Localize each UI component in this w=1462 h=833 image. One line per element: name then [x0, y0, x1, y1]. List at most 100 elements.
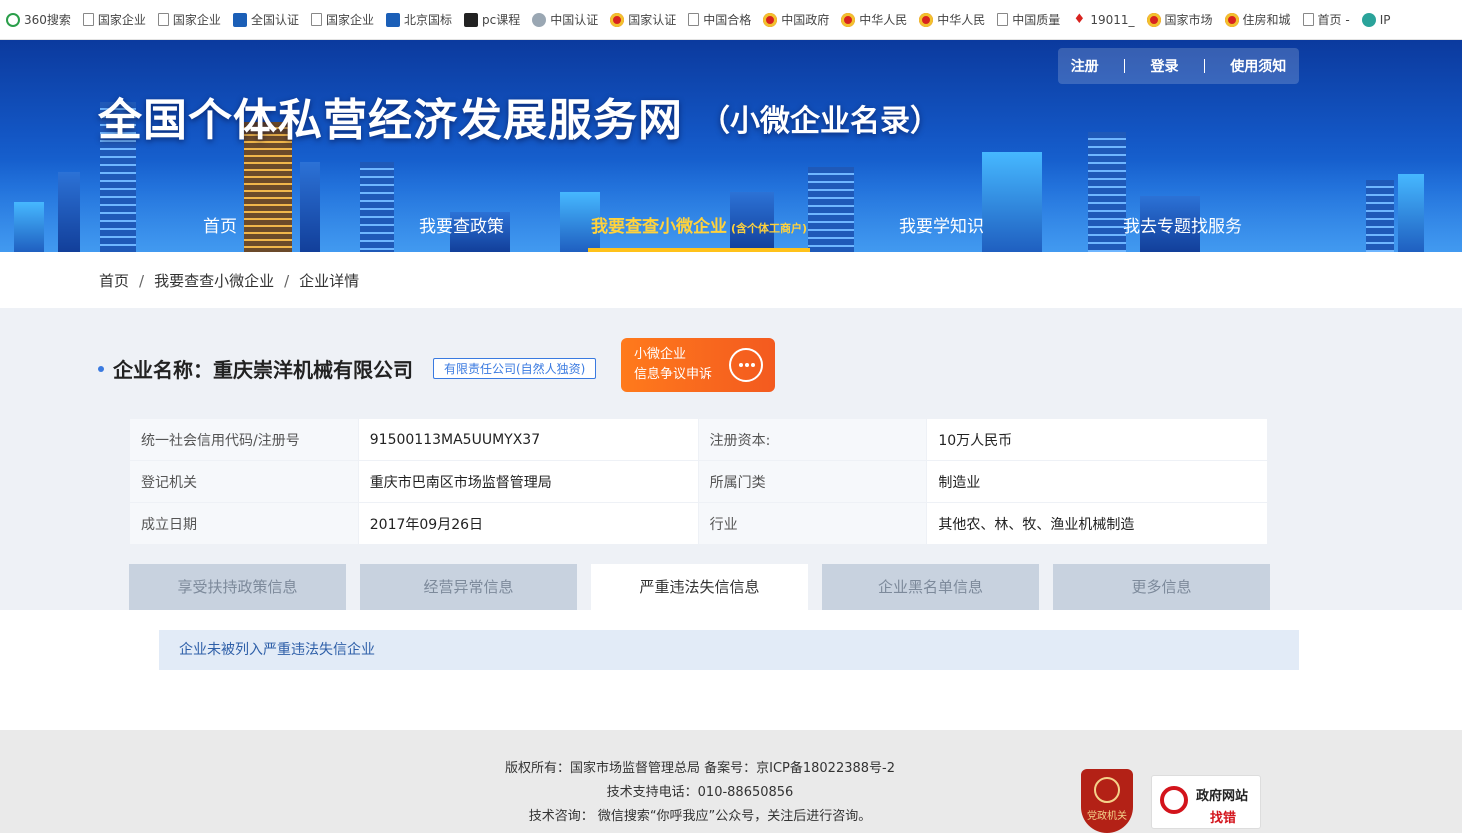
company-name-label: 企业名称： — [113, 358, 213, 382]
bookmark-item[interactable]: ♦ 19011_ — [1072, 8, 1134, 32]
info-key: 行业 — [697, 502, 928, 545]
emblem-icon — [841, 12, 856, 27]
table-row: 成立日期 2017年09月26日 行业 其他农、林、牧、渔业机械制造 — [129, 502, 1268, 545]
tab-blacklist[interactable]: 企业黑名单信息 — [822, 564, 1039, 610]
nav-note: (含个体工商户) — [730, 222, 808, 235]
bookmark-item[interactable]: 360搜索 — [6, 8, 71, 32]
nav-label: 我要查查小微企业 — [590, 217, 727, 237]
bookmark-item[interactable]: 北京国标 — [385, 8, 452, 32]
site-subtitle: （小微企业名录） — [700, 104, 940, 139]
company-name: 重庆崇洋机械有限公司 — [213, 358, 413, 382]
bookmark-label: 国家企业 — [172, 13, 221, 27]
bookmark-item[interactable]: 中国政府 — [763, 8, 829, 32]
emblem-icon — [1146, 12, 1161, 27]
bookmark-item[interactable]: 中国质量 — [997, 8, 1060, 32]
tab-serious-violation[interactable]: 严重违法失信信息 — [591, 564, 808, 610]
nav-topics[interactable]: 我去专题找服务 — [1123, 208, 1242, 252]
divider — [1203, 59, 1205, 73]
bookmark-item[interactable]: 国家认证 — [610, 8, 676, 32]
info-value: 其他农、林、牧、渔业机械制造 — [926, 502, 1268, 545]
bookmark-label: 北京国标 — [403, 13, 452, 27]
breadcrumb-home[interactable]: 首页 — [99, 272, 129, 290]
bookmark-item[interactable]: 全国认证 — [232, 8, 299, 32]
bookmark-item[interactable]: 首页 - — [1302, 8, 1350, 32]
bullet-dot — [98, 365, 104, 372]
gov-site-error-report-badge[interactable]: 政府网站 找错 — [1151, 775, 1261, 829]
tab-more-info[interactable]: 更多信息 — [1053, 564, 1270, 610]
footer-copyright: 版权所有：国家市场监督管理总局 备案号：京ICP备18022388号-2 — [504, 761, 895, 776]
info-value: 10万人民币 — [926, 418, 1268, 461]
bookmark-item[interactable]: 中国合格 — [688, 8, 751, 32]
page-icon — [157, 13, 169, 26]
globe-icon — [532, 12, 547, 27]
table-row: 登记机关 重庆市巴南区市场监督管理局 所属门类 制造业 — [129, 460, 1268, 503]
bookmark-label: 中国认证 — [550, 13, 599, 27]
tab-support-policy[interactable]: 享受扶持政策信息 — [129, 564, 346, 610]
info-value: 制造业 — [926, 460, 1268, 503]
page-icon — [1302, 13, 1314, 26]
bookmark-item[interactable]: 住房和城 — [1224, 8, 1291, 32]
info-key: 所属门类 — [697, 460, 928, 503]
bookmark-item[interactable]: 国家市场 — [1146, 8, 1213, 32]
bookmark-item[interactable]: IP — [1361, 8, 1390, 32]
bookmark-label: 全国认证 — [250, 13, 299, 27]
bookmark-label: pc课程 — [481, 13, 521, 27]
breadcrumb-sep: / — [284, 272, 290, 290]
bookmark-item[interactable]: 中华人民 — [841, 8, 907, 32]
bookmark-item[interactable]: pc课程 — [463, 8, 521, 32]
site-icon: ♦ — [1073, 11, 1086, 27]
badge-title: 政府网站 — [1196, 789, 1249, 804]
info-value: 91500113MA5UUMYX37 — [357, 418, 699, 461]
bookmark-label: 国家企业 — [325, 13, 374, 27]
register-link[interactable]: 注册 — [1071, 56, 1099, 76]
tab-content-notice: 企业未被列入严重违法失信企业 — [159, 630, 1299, 670]
bookmark-label: 首页 - — [1317, 13, 1350, 27]
bookmark-item[interactable]: 国家企业 — [310, 8, 374, 32]
instructions-link[interactable]: 使用须知 — [1230, 56, 1286, 76]
info-key: 注册资本: — [697, 418, 928, 461]
info-key: 统一社会信用代码/注册号 — [129, 418, 359, 461]
bookmark-label: 中国质量 — [1012, 13, 1061, 27]
emblem-icon — [763, 12, 778, 27]
bookmark-item[interactable]: 中华人民 — [919, 8, 985, 32]
breadcrumb-section[interactable]: 我要查查小微企业 — [154, 272, 274, 290]
magnifier-icon — [1160, 786, 1188, 814]
company-type-tag: 有限责任公司(自然人独资) — [433, 358, 597, 379]
table-row: 统一社会信用代码/注册号 91500113MA5UUMYX37 注册资本: 10… — [129, 418, 1268, 461]
bookmark-item[interactable]: 中国认证 — [532, 8, 598, 32]
dispute-appeal-button[interactable]: 小微企业 信息争议申诉 — [621, 338, 775, 392]
page-icon — [997, 13, 1009, 26]
page-icon — [688, 13, 700, 26]
company-info-table: 统一社会信用代码/注册号 91500113MA5UUMYX37 注册资本: 10… — [129, 418, 1268, 545]
bookmarks-bar: 360搜索 国家企业 国家企业 全国认证 国家企业 北京国标 pc课程 中国认证… — [0, 0, 1462, 40]
site-header: 全国个体私营经济发展服务网 （小微企业名录） 注册 登录 使用须知 首页 我要查… — [0, 40, 1462, 252]
bookmark-item[interactable]: 国家企业 — [82, 8, 146, 32]
login-link[interactable]: 登录 — [1150, 56, 1178, 76]
nav-home[interactable]: 首页 — [203, 208, 237, 252]
site-icon — [463, 12, 478, 27]
page-icon — [310, 13, 322, 26]
divider — [1124, 59, 1126, 73]
nav-policy[interactable]: 我要查政策 — [419, 208, 504, 252]
chat-bubble-icon — [729, 348, 763, 382]
bookmark-item[interactable]: 国家企业 — [157, 8, 221, 32]
bookmark-label: 国家市场 — [1164, 13, 1213, 27]
bookmark-label: 中华人民 — [859, 13, 908, 27]
info-key: 登记机关 — [129, 460, 359, 503]
party-government-badge[interactable]: 党政机关 — [1081, 769, 1133, 833]
info-value: 重庆市巴南区市场监督管理局 — [357, 460, 699, 503]
tab-abnormal-operation[interactable]: 经营异常信息 — [360, 564, 577, 610]
site-icon — [385, 12, 400, 27]
nav-small-business[interactable]: 我要查查小微企业 (含个体工商户) — [588, 208, 810, 252]
bookmark-label: 19011_ — [1090, 12, 1135, 27]
info-value: 2017年09月26日 — [357, 502, 699, 545]
breadcrumb: 首页 / 我要查查小微企业 / 企业详情 — [99, 270, 359, 291]
bookmark-label: 住房和城 — [1242, 13, 1291, 27]
bookmark-label: 中国政府 — [781, 13, 830, 27]
nav-knowledge[interactable]: 我要学知识 — [899, 208, 984, 252]
bookmark-label: 国家企业 — [97, 13, 146, 27]
ip-icon — [1361, 12, 1376, 27]
breadcrumb-current: 企业详情 — [299, 272, 360, 290]
bookmark-label: 国家认证 — [628, 13, 677, 27]
emblem-icon — [1094, 777, 1120, 803]
